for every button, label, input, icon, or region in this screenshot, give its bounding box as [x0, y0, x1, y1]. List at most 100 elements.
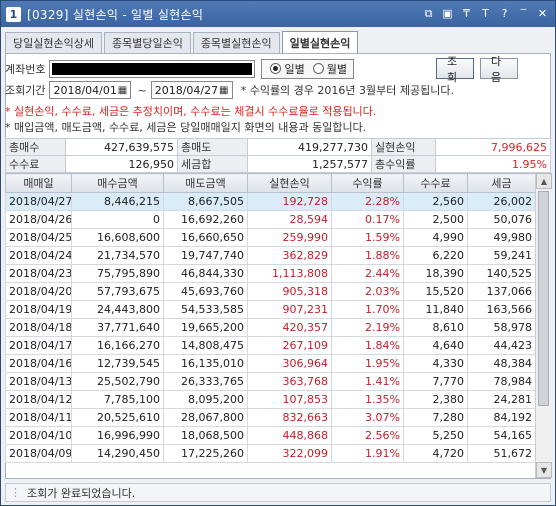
tab-bar: 당일실현손익상세 종목별당일손익 종목별실현손익 일별실현손익 [5, 31, 360, 53]
radio-daily[interactable]: 일별 [270, 61, 305, 77]
cell-rate: 0.17% [331, 210, 404, 229]
tab-daily-realized[interactable]: 일별실현손익 [281, 31, 359, 53]
scroll-thumb[interactable] [538, 191, 549, 406]
col-header-rate[interactable]: 수익률 [331, 173, 404, 193]
pin-icon[interactable]: ₸ [458, 5, 475, 22]
table-row[interactable]: 2018/04/09 14,290,450 17,225,260 322,099 1.9… [5, 444, 536, 463]
search-button[interactable]: 조회 [435, 55, 474, 84]
restore-icon[interactable]: ⧉ [420, 5, 437, 22]
cell-date: 2018/04/10 [5, 426, 72, 445]
table-row[interactable]: 2018/04/27 8,446,215 8,667,505 192,728 2.28%… [5, 192, 536, 211]
cell-date: 2018/04/23 [5, 264, 72, 283]
cell-date: 2018/04/26 [5, 210, 72, 229]
cell-rate: 2.56% [331, 426, 404, 445]
cell-fee: 4,640 [403, 336, 468, 355]
table-header-row: 매매일 매수금액 매도금액 실현손익 수익률 수수료 세금 [5, 173, 536, 193]
cell-tax: 50,076 [467, 210, 536, 229]
table-row[interactable]: 2018/04/12 7,785,100 8,095,200 107,853 1.35%… [5, 390, 536, 409]
status-message: 조회가 완료되었습니다. [27, 486, 136, 500]
col-header-buy[interactable]: 매수금액 [71, 173, 164, 193]
window-title: [0329] 실현손익 - 일별 실현손익 [27, 7, 204, 22]
main-window: 1 [0329] 실현손익 - 일별 실현손익 ⧉ ▣ ₸ T ? ‾ ✕ 당일… [0, 0, 556, 506]
estimate-note: * 실현손익, 수수료, 세금은 추정치이며, 수수료는 체결시 수수료율로 적… [5, 105, 377, 118]
realized-value: 7,996,625 [435, 138, 551, 156]
close-icon[interactable]: ✕ [534, 5, 551, 22]
table-row[interactable]: 2018/04/25 16,608,600 16,660,650 259,990 1.5… [5, 228, 536, 247]
tab-stock-realized[interactable]: 종목별실현손익 [192, 32, 280, 53]
window-number-badge: 1 [6, 6, 21, 22]
table-row[interactable]: 2018/04/20 57,793,675 45,693,760 905,318 2.0… [5, 282, 536, 301]
text-size-icon[interactable]: T [477, 5, 494, 22]
rate-note: * 수익률의 경우 2016년 3월부터 제공됩니다. [240, 84, 454, 97]
cell-sell: 17,225,260 [163, 444, 248, 463]
calendar-icon[interactable]: ▦ [115, 83, 129, 97]
tab-stock-daily[interactable]: 종목별당일손익 [103, 32, 191, 53]
calendar-icon[interactable]: ▦ [217, 83, 231, 97]
cell-date: 2018/04/19 [5, 300, 72, 319]
date-from-input[interactable]: 2018/04/01 ▦ [49, 81, 132, 99]
cell-fee: 4,720 [403, 444, 468, 463]
cell-date: 2018/04/18 [5, 318, 72, 337]
radio-monthly[interactable]: 월별 [312, 61, 347, 77]
table-row[interactable]: 2018/04/19 24,443,800 54,533,585 907,231 1.7… [5, 300, 536, 319]
col-header-tax[interactable]: 세금 [467, 173, 536, 193]
cell-buy: 21,734,570 [71, 246, 164, 265]
table-row[interactable]: 2018/04/17 16,166,270 14,808,475 267,109 1.8… [5, 336, 536, 355]
realized-label: 실현손익 [371, 138, 436, 156]
tab-daily-detail[interactable]: 당일실현손익상세 [5, 32, 102, 53]
cell-fee: 8,610 [403, 318, 468, 337]
cell-sell: 16,660,650 [163, 228, 248, 247]
window-icon[interactable]: ▣ [439, 5, 456, 22]
cell-sell: 8,095,200 [163, 390, 248, 409]
table-row[interactable]: 2018/04/16 12,739,545 16,135,010 306,964 1.9… [5, 354, 536, 373]
same-content-note: * 매입금액, 매도금액, 수수료, 세금은 당일매매일지 화면의 내용과 동일… [5, 121, 367, 134]
cell-buy: 57,793,675 [71, 282, 164, 301]
cell-buy: 12,739,545 [71, 354, 164, 373]
grip-icon: ⋮ [10, 486, 21, 499]
cell-realized: 322,099 [247, 444, 332, 463]
cell-buy: 37,771,640 [71, 318, 164, 337]
table-row[interactable]: 2018/04/18 37,771,640 19,665,200 420,357 2.1… [5, 318, 536, 337]
minimize-icon[interactable]: ‾ [515, 5, 532, 22]
col-header-realized[interactable]: 실현손익 [247, 173, 332, 193]
cell-sell: 14,808,475 [163, 336, 248, 355]
cell-tax: 163,566 [467, 300, 536, 319]
table-row[interactable]: 2018/04/24 21,734,570 19,747,740 362,829 1.8… [5, 246, 536, 265]
cell-buy: 8,446,215 [71, 192, 164, 211]
account-input[interactable] [49, 59, 256, 78]
cell-sell: 45,693,760 [163, 282, 248, 301]
account-label: 계좌번호 [5, 62, 46, 76]
cell-date: 2018/04/11 [5, 408, 72, 427]
cell-sell: 54,533,585 [163, 300, 248, 319]
col-header-fee[interactable]: 수수료 [403, 173, 468, 193]
cell-fee: 4,330 [403, 354, 468, 373]
cell-rate: 2.19% [331, 318, 404, 337]
date-to-value: 2018/04/27 [154, 83, 219, 97]
cell-realized: 907,231 [247, 300, 332, 319]
table-row[interactable]: 2018/04/23 75,795,890 46,844,330 1,113,808 2… [5, 264, 536, 283]
help-icon[interactable]: ? [496, 5, 513, 22]
scroll-up-icon[interactable]: ▲ [536, 173, 552, 189]
table-row[interactable]: 2018/04/13 25,502,790 26,333,765 363,768 1.4… [5, 372, 536, 391]
col-header-date[interactable]: 매매일 [5, 173, 72, 193]
scroll-down-icon[interactable]: ▼ [536, 462, 552, 478]
cell-date: 2018/04/12 [5, 390, 72, 409]
date-to-input[interactable]: 2018/04/27 ▦ [150, 81, 233, 99]
col-header-sell[interactable]: 매도금액 [163, 173, 248, 193]
table-row[interactable]: 2018/04/11 20,525,610 28,067,800 832,663 3.0… [5, 408, 536, 427]
radio-monthly-dot [312, 63, 324, 74]
cell-sell: 26,333,765 [163, 372, 248, 391]
next-button[interactable]: 다음 [479, 55, 518, 84]
cell-tax: 48,384 [467, 354, 536, 373]
table-row[interactable]: 2018/04/26 0 16,692,260 28,594 0.17% 2,500 50,… [5, 210, 536, 229]
cell-date: 2018/04/17 [5, 336, 72, 355]
cell-tax: 54,165 [467, 426, 536, 445]
cell-tax: 137,066 [467, 282, 536, 301]
cell-fee: 2,560 [403, 192, 468, 211]
table-row[interactable]: 2018/04/10 16,996,990 18,068,500 448,868 2.5… [5, 426, 536, 445]
cell-rate: 1.41% [331, 372, 404, 391]
cell-date: 2018/04/24 [5, 246, 72, 265]
cell-date: 2018/04/13 [5, 372, 72, 391]
cell-sell: 46,844,330 [163, 264, 248, 283]
vertical-scrollbar[interactable]: ▲ ▼ [535, 173, 552, 478]
